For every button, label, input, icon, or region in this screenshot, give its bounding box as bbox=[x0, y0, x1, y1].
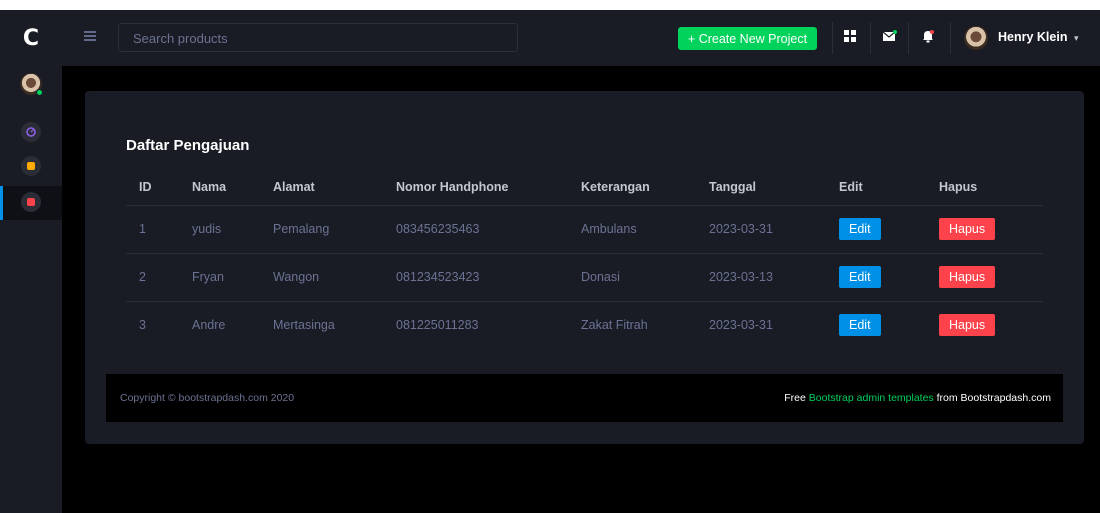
cell-alamat: Mertasinga bbox=[273, 318, 335, 333]
cell-id: 1 bbox=[126, 205, 179, 254]
navbar-divider bbox=[870, 22, 871, 54]
cell-tanggal: 2023-03-31 bbox=[709, 318, 773, 333]
edit-button[interactable]: Edit bbox=[839, 218, 881, 240]
form-icon-glyph bbox=[27, 162, 35, 170]
brand-logo[interactable]: C bbox=[0, 10, 62, 66]
cell-hapus: Hapus bbox=[926, 205, 1043, 254]
pengajuan-table: ID Nama Alamat Nomor Handphone Keteranga… bbox=[126, 169, 1043, 349]
user-avatar[interactable] bbox=[964, 26, 988, 50]
cell-id: 3 bbox=[139, 318, 146, 333]
footer-credit-prefix: Free bbox=[784, 392, 809, 404]
column-header: ID bbox=[126, 169, 179, 206]
footer-credit-suffix: from Bootstrapdash.com bbox=[933, 392, 1051, 404]
create-new-project-button[interactable]: + Create New Project bbox=[678, 27, 817, 50]
bell-icon[interactable] bbox=[920, 28, 936, 44]
edit-button[interactable]: Edit bbox=[839, 314, 881, 337]
page-footer: Copyright © bootstrapdash.com 2020 Free … bbox=[106, 374, 1063, 422]
cell-nama: yudis bbox=[179, 205, 260, 254]
form-icon[interactable] bbox=[21, 156, 41, 176]
mail-icon[interactable] bbox=[882, 28, 898, 44]
footer-credit: Free Bootstrap admin templates from Boot… bbox=[784, 392, 1051, 404]
top-strip bbox=[0, 0, 1100, 10]
cell-nama: Fryan bbox=[179, 253, 260, 302]
card-title: Daftar Pengajuan bbox=[126, 137, 250, 154]
copyright-text: Copyright © bootstrapdash.com 2020 bbox=[120, 392, 295, 404]
cell-alamat: Pemalang bbox=[260, 205, 383, 254]
cell-edit: Edit bbox=[826, 205, 926, 254]
table-row: 3 Andre Mertasinga 081225011283 Zakat Fi… bbox=[126, 301, 1043, 349]
cell-id: 2 bbox=[126, 253, 179, 302]
table-icon-glyph bbox=[27, 198, 35, 206]
main-card: Daftar Pengajuan ID Nama Alamat Nomor Ha… bbox=[85, 91, 1084, 444]
delete-button[interactable]: Hapus bbox=[939, 218, 996, 240]
cell-keterangan: Zakat Fitrah bbox=[581, 318, 648, 333]
cell-alamat: Wangon bbox=[260, 253, 383, 302]
cell-hapus: Hapus bbox=[926, 301, 1043, 349]
cell-edit: Edit bbox=[826, 253, 926, 302]
column-header: Keterangan bbox=[568, 169, 696, 206]
cell-hp: 081225011283 bbox=[396, 318, 479, 333]
column-header: Hapus bbox=[926, 169, 1043, 206]
brand-letter: C bbox=[22, 25, 40, 51]
column-header: Nama bbox=[179, 169, 260, 206]
speedometer-icon bbox=[26, 127, 36, 137]
column-header: Nomor Handphone bbox=[383, 169, 568, 206]
navbar-divider bbox=[832, 22, 833, 54]
sidebar-avatar[interactable] bbox=[20, 73, 43, 96]
cell-edit: Edit bbox=[826, 301, 926, 349]
table-icon[interactable] bbox=[21, 192, 41, 212]
cell-nama: Andre bbox=[192, 318, 226, 333]
top-navbar: Search products + Create New Project Hen… bbox=[62, 10, 1100, 66]
dashboard-icon[interactable] bbox=[21, 122, 41, 142]
apps-grid-icon[interactable] bbox=[842, 28, 858, 44]
column-header: Tanggal bbox=[696, 169, 826, 206]
table-row: 1 yudis Pemalang 083456235463 Ambulans 2… bbox=[126, 205, 1043, 254]
sidebar: C bbox=[0, 10, 62, 513]
cell-tanggal: 2023-03-31 bbox=[696, 205, 826, 254]
cell-tanggal: 2023-03-13 bbox=[696, 253, 826, 302]
column-header: Edit bbox=[826, 169, 926, 206]
cell-keterangan: Ambulans bbox=[568, 205, 696, 254]
cell-keterangan: Donasi bbox=[568, 253, 696, 302]
column-header: Alamat bbox=[260, 169, 383, 206]
cell-hapus: Hapus bbox=[926, 253, 1043, 302]
table-header-row: ID Nama Alamat Nomor Handphone Keteranga… bbox=[126, 169, 1043, 206]
user-name: Henry Klein bbox=[998, 30, 1068, 44]
online-status-dot bbox=[36, 89, 43, 96]
user-menu-toggle[interactable]: Henry Klein ▾ bbox=[998, 30, 1078, 44]
cell-hp: 083456235463 bbox=[383, 205, 568, 254]
delete-button[interactable]: Hapus bbox=[939, 266, 996, 288]
templates-link[interactable]: Bootstrap admin templates bbox=[809, 392, 934, 404]
navbar-divider bbox=[950, 22, 951, 54]
table-row: 2 Fryan Wangon 081234523423 Donasi 2023-… bbox=[126, 253, 1043, 302]
cell-hp: 081234523423 bbox=[383, 253, 568, 302]
navbar-divider bbox=[908, 22, 909, 54]
delete-button[interactable]: Hapus bbox=[939, 314, 996, 337]
menu-icon[interactable] bbox=[84, 31, 96, 41]
edit-button[interactable]: Edit bbox=[839, 266, 881, 288]
chevron-down-icon: ▾ bbox=[1073, 33, 1079, 43]
search-input[interactable]: Search products bbox=[118, 23, 518, 52]
